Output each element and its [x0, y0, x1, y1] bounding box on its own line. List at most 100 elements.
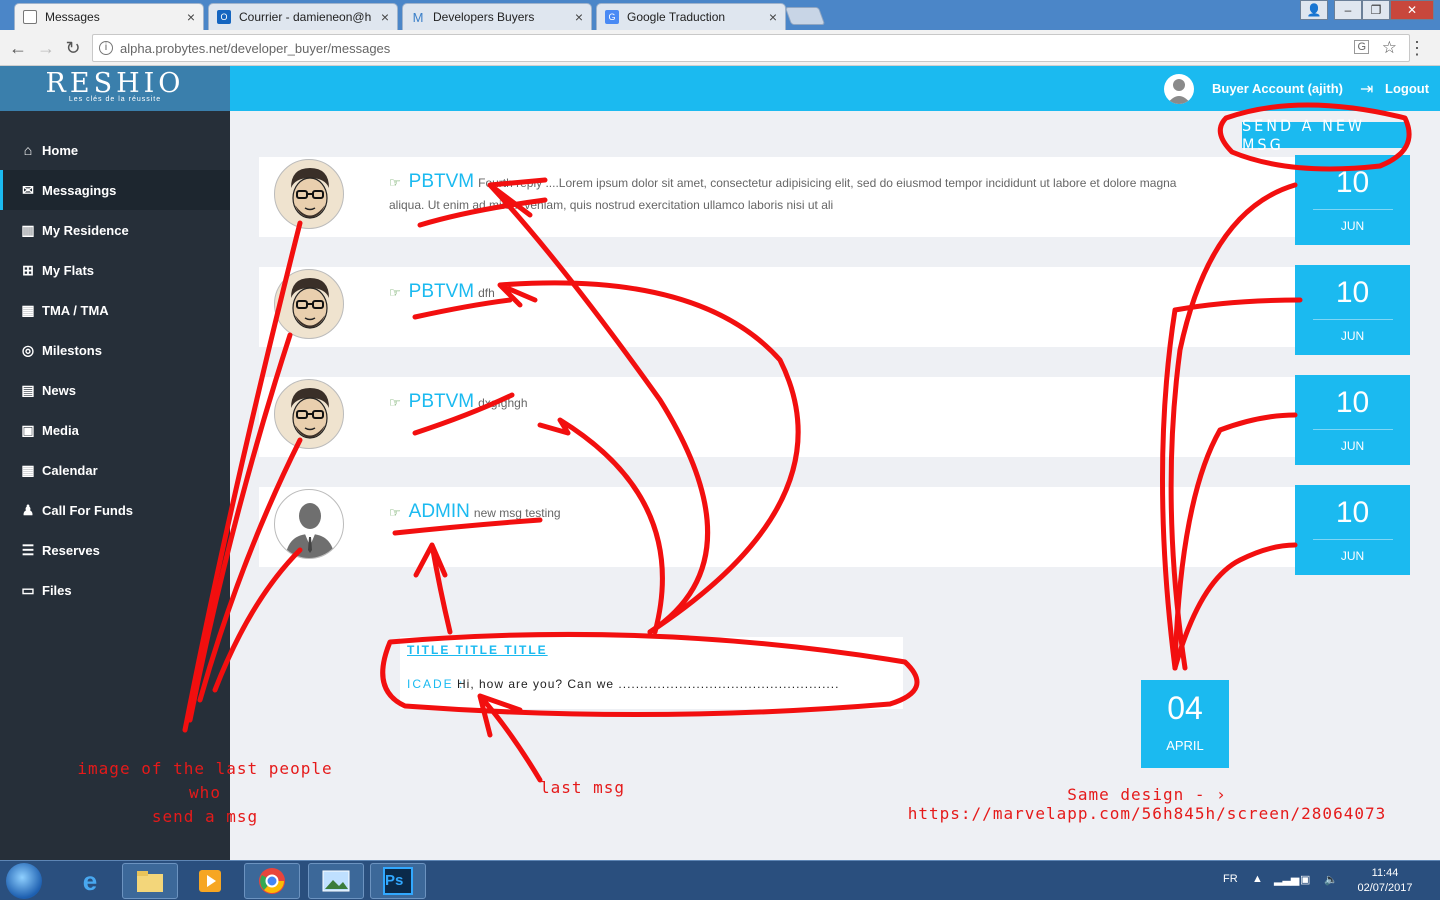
user-silhouette-icon — [285, 503, 335, 558]
close-icon[interactable]: × — [381, 9, 389, 25]
thumb-icon: ☞ — [389, 395, 401, 410]
outlook-icon: O — [217, 10, 231, 24]
logout-icon[interactable]: ⇥ — [1360, 79, 1373, 99]
back-icon[interactable]: ← — [8, 38, 28, 59]
date-day: 10 — [1335, 166, 1370, 199]
sidebar-item-calendar[interactable]: ▦ Calendar — [0, 450, 230, 490]
sender-name[interactable]: PBTVM — [409, 171, 474, 192]
menu-icon[interactable]: ⋮ — [1408, 38, 1426, 59]
sender-name[interactable]: PBTVM — [409, 391, 474, 412]
sidebar-item-reserves[interactable]: ☰ Reserves — [0, 530, 230, 570]
date-badge: 10 JUN — [1295, 485, 1410, 575]
tab-label: Developers Buyers — [433, 10, 535, 24]
file-explorer-icon[interactable] — [122, 863, 178, 899]
sidebar-item-media[interactable]: ▣ Media — [0, 410, 230, 450]
preview-body: Hi, how are you? Can we ................… — [457, 677, 840, 691]
tab-messages[interactable]: Messages × — [14, 3, 204, 30]
sidebar-item-messagings[interactable]: ✉ Messagings — [0, 170, 230, 210]
translate-icon[interactable]: G — [1354, 40, 1369, 54]
sidebar-item-my-flats[interactable]: ⊞ My Flats — [0, 250, 230, 290]
sidebar-item-label: Messagings — [42, 182, 117, 198]
message-preview: ☞ PBTVM dfh — [389, 281, 1189, 304]
forward-icon[interactable]: → — [36, 38, 56, 59]
media-player-icon[interactable] — [182, 863, 238, 899]
taskbar-clock[interactable]: 11:44 02/07/2017 — [1350, 866, 1420, 896]
star-icon[interactable]: ☆ — [1382, 38, 1397, 58]
home-icon: ⌂ — [23, 142, 33, 158]
sidebar-item-label: Files — [42, 582, 72, 598]
sidebar-item-call-for-funds[interactable]: ♟ Call For Funds — [0, 490, 230, 530]
minimize-button[interactable]: – — [1334, 0, 1362, 20]
folder-icon: ▭ — [21, 581, 35, 598]
account-label[interactable]: Buyer Account (ajith) — [1212, 81, 1343, 96]
close-icon[interactable]: × — [575, 9, 583, 25]
user-profile-button[interactable]: 👤 — [1300, 0, 1328, 20]
sender-name[interactable]: PBTVM — [409, 281, 474, 302]
close-window-button[interactable]: ✕ — [1390, 0, 1434, 20]
avatar — [274, 159, 344, 229]
chrome-icon[interactable] — [244, 863, 300, 899]
message-row[interactable]: ☞ ADMIN new msg testing — [259, 487, 1295, 567]
message-text: Fourth reply ....Lorem ipsum dolor sit a… — [389, 176, 1177, 212]
reload-icon[interactable]: ↻ — [63, 38, 83, 59]
tab-courrier[interactable]: O Courrier - damieneon@h × — [208, 3, 398, 30]
logout-link[interactable]: Logout — [1385, 81, 1429, 96]
message-row[interactable]: ☞ PBTVM dxgfghgh — [259, 377, 1295, 457]
sidebar-item-label: Milestons — [42, 342, 102, 358]
play-icon — [199, 870, 221, 892]
language-indicator[interactable]: FR — [1223, 873, 1238, 885]
internet-explorer-icon[interactable]: e — [62, 863, 118, 899]
start-button[interactable] — [6, 863, 42, 899]
user-silhouette-icon — [1167, 79, 1191, 104]
last-message-preview-card[interactable]: TITLE TITLE TITLE ICADE : Hi, how are yo… — [400, 637, 903, 709]
image-icon: ▣ — [21, 421, 35, 438]
date-divider — [1312, 209, 1393, 210]
message-row[interactable]: ☞ PBTVM Fourth reply ....Lorem ipsum dolor… — [259, 157, 1295, 237]
send-new-msg-button[interactable]: SEND A NEW MSG — [1242, 116, 1408, 154]
envelope-icon: ✉ — [22, 181, 34, 198]
date-divider — [1312, 429, 1393, 430]
sidebar-item-news[interactable]: ▤ News — [0, 370, 230, 410]
date-month: JUN — [1340, 549, 1365, 563]
building-icon: ▥ — [21, 221, 35, 238]
app-logo[interactable]: RESHIO Les clés de la réussite — [0, 66, 230, 111]
tab-developers-buyers[interactable]: M Developers Buyers × — [402, 3, 592, 30]
list-icon: ☰ — [21, 541, 35, 558]
sidebar-item-my-residence[interactable]: ▥ My Residence — [0, 210, 230, 250]
thumb-icon: ☞ — [389, 175, 401, 190]
volume-icon[interactable]: 🔈 — [1324, 873, 1338, 886]
clock-date: 02/07/2017 — [1357, 882, 1413, 894]
sidebar-item-milestons[interactable]: ◎ Milestons — [0, 330, 230, 370]
browser-tab-bar: Messages × O Courrier - damieneon@h × M … — [0, 0, 1440, 30]
url-text: alpha.probytes.net/developer_buyer/messa… — [120, 41, 391, 56]
message-preview: ☞ ADMIN new msg testing — [389, 501, 1189, 524]
close-icon[interactable]: × — [187, 9, 195, 25]
address-bar: ← → ↻ i alpha.probytes.net/developer_buy… — [0, 30, 1440, 66]
tray-expand-icon[interactable]: ▲ — [1252, 873, 1263, 885]
photoshop-icon[interactable]: Ps — [370, 863, 426, 899]
tab-google-traduction[interactable]: G Google Traduction × — [596, 3, 786, 30]
date-divider — [1312, 319, 1393, 320]
annotation-avatar-line2: send a msg — [151, 807, 259, 826]
new-tab-button[interactable] — [784, 7, 826, 25]
signal-icon[interactable]: ▂▃▅ — [1274, 873, 1299, 886]
message-row[interactable]: ☞ PBTVM dfh — [259, 267, 1295, 347]
network-icon[interactable]: ▣ — [1300, 873, 1310, 886]
tab-label: Google Traduction — [627, 10, 726, 24]
photo-viewer-icon[interactable] — [308, 863, 364, 899]
sidebar-item-files[interactable]: ▭ Files — [0, 570, 230, 610]
maximize-button[interactable]: ❐ — [1362, 0, 1390, 20]
account-avatar[interactable] — [1164, 74, 1194, 104]
sidebar-item-tma[interactable]: ▦ TMA / TMA — [0, 290, 230, 330]
url-field[interactable]: i alpha.probytes.net/developer_buyer/mes… — [92, 34, 1410, 62]
info-icon[interactable]: i — [99, 41, 113, 55]
sidebar-item-label: Call For Funds — [42, 502, 133, 518]
close-icon[interactable]: × — [769, 9, 777, 25]
sender-name[interactable]: ADMIN — [409, 501, 470, 522]
sidebar-item-home[interactable]: ⌂ Home — [0, 130, 230, 170]
logo-text: RESHIO — [45, 68, 185, 99]
marvel-icon: M — [412, 9, 424, 25]
date-month: APRIL — [1166, 738, 1204, 753]
avatar — [274, 379, 344, 449]
folder-icon — [137, 871, 163, 892]
